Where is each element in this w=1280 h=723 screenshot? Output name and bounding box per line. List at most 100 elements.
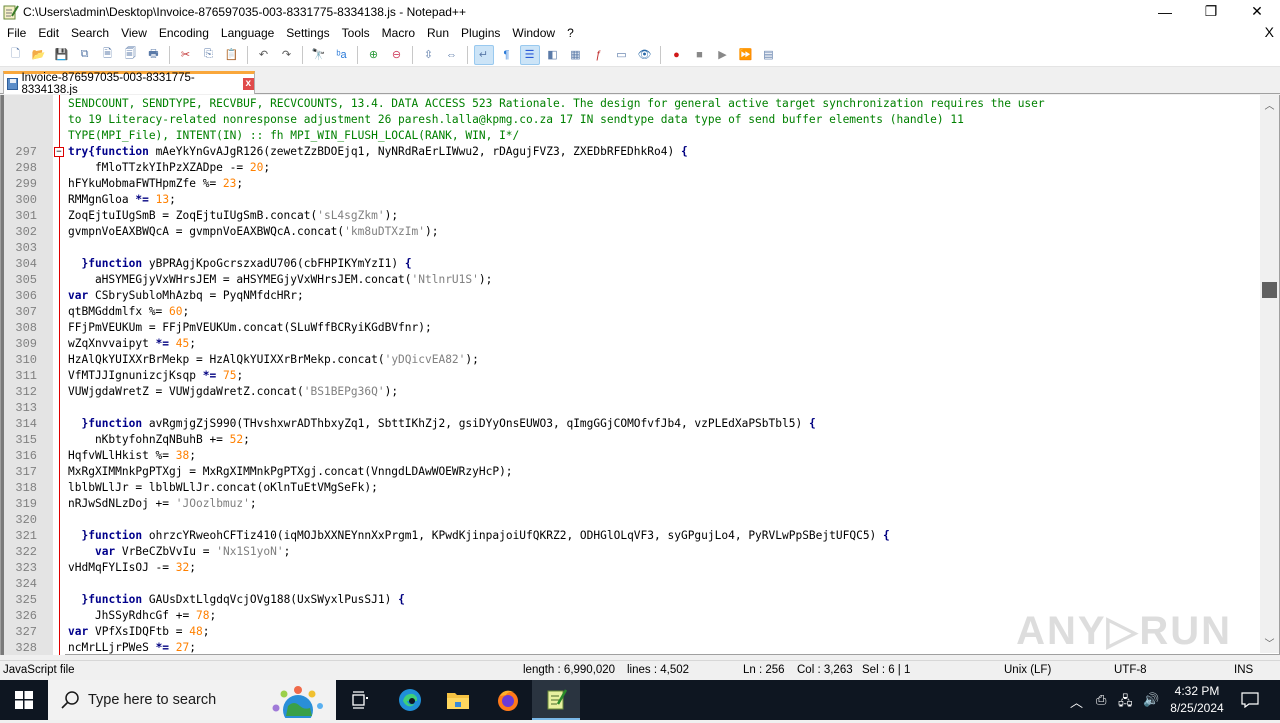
- tab-invoice-js[interactable]: Invoice-876597035-003-8331775-8334138.js…: [3, 71, 255, 96]
- show-all-chars-button[interactable]: ¶: [497, 45, 517, 65]
- code-area[interactable]: SENDCOUNT, SENDTYPE, RECVBUF, RECVCOUNTS…: [1, 96, 1259, 656]
- monitoring-button[interactable]: 👁: [635, 45, 655, 65]
- code-line[interactable]: 308 FFjPmVEUKUm = FFjPmVEUKUm.concat(SLuW…: [1, 320, 1259, 336]
- code-line[interactable]: 299 hFYkuMobmaFWTHpmZfe %= 23;: [1, 176, 1259, 192]
- save-macro-button[interactable]: ▤: [759, 45, 779, 65]
- find-button[interactable]: 🔭: [309, 45, 329, 65]
- function-list-button[interactable]: ƒ: [589, 45, 609, 65]
- clock[interactable]: 4:32 PM 8/25/2024: [1162, 683, 1232, 717]
- menu-macro[interactable]: Macro: [376, 26, 421, 40]
- menu-tools[interactable]: Tools: [336, 26, 376, 40]
- code-line[interactable]: 303: [1, 240, 1259, 256]
- code-line[interactable]: to 19 Literacy-related nonresponse adjus…: [1, 112, 1259, 128]
- menu-settings[interactable]: Settings: [280, 26, 335, 40]
- code-line[interactable]: 301 ZoqEjtuIUgSmB = ZoqEjtuIUgSmB.concat(…: [1, 208, 1259, 224]
- code-line[interactable]: 300 RMMgnGloa *= 13;: [1, 192, 1259, 208]
- open-file-button[interactable]: 📂: [29, 45, 49, 65]
- menu-file[interactable]: File: [0, 26, 32, 40]
- code-line[interactable]: 322 var VrBeCZbVvIu = 'Nx1S1yoN';: [1, 544, 1259, 560]
- code-line[interactable]: 323 vHdMqFYLIsOJ -= 32;: [1, 560, 1259, 576]
- indent-guide-button[interactable]: ☰: [519, 44, 540, 65]
- code-line[interactable]: 325 }function GAUsDxtLlgdqVcjOVg188(UxSW…: [1, 592, 1259, 608]
- code-line[interactable]: 320: [1, 512, 1259, 528]
- print-button[interactable]: 🖶: [144, 45, 164, 65]
- restore-button[interactable]: ❐: [1188, 0, 1234, 23]
- code-line[interactable]: 309 wZqXnvvaipyt *= 45;: [1, 336, 1259, 352]
- start-button[interactable]: [0, 680, 48, 720]
- record-macro-button[interactable]: ●: [667, 45, 687, 65]
- code-line[interactable]: TYPE(MPI_File), INTENT(IN) :: fh MPI_WIN…: [1, 128, 1259, 144]
- taskbar-edge[interactable]: [386, 680, 434, 720]
- save-all-button[interactable]: ⧉: [75, 45, 95, 65]
- code-line[interactable]: 313: [1, 400, 1259, 416]
- menu-help[interactable]: ?: [561, 26, 580, 40]
- word-wrap-button[interactable]: ↵: [473, 44, 494, 65]
- close-document-button[interactable]: X: [1265, 24, 1274, 40]
- close-button[interactable]: 🗎: [98, 45, 118, 65]
- close-all-button[interactable]: 🗐: [121, 45, 141, 65]
- code-line[interactable]: SENDCOUNT, SENDTYPE, RECVBUF, RECVCOUNTS…: [1, 96, 1259, 112]
- menu-plugins[interactable]: Plugins: [455, 26, 506, 40]
- camera-meet-icon[interactable]: ⎙: [1096, 692, 1106, 708]
- document-map-button[interactable]: ▦: [566, 45, 586, 65]
- minimize-button[interactable]: —: [1142, 0, 1188, 23]
- folder-workspace-button[interactable]: ▭: [612, 45, 632, 65]
- play-macro-button[interactable]: ▶: [713, 45, 733, 65]
- cut-button[interactable]: ✂: [176, 45, 196, 65]
- sync-horizontal-button[interactable]: ⇔: [442, 45, 462, 65]
- scroll-up-icon[interactable]: ︿: [1260, 97, 1279, 113]
- taskbar-search-box[interactable]: Type here to search: [48, 680, 336, 723]
- fold-collapse-icon[interactable]: −: [54, 147, 64, 157]
- code-line[interactable]: 317 MxRgXIMMnkPgPTXgj = MxRgXIMMnkPgPTXgj…: [1, 464, 1259, 480]
- vertical-scrollbar[interactable]: ︿ ﹀: [1260, 95, 1279, 653]
- code-line[interactable]: 311 VfMTJJIgnunizcjKsqp *= 75;: [1, 368, 1259, 384]
- code-line[interactable]: 304 }function yBPRAgjKpoGcrszxadU706(cbF…: [1, 256, 1259, 272]
- code-line[interactable]: 316 HqfvWLlHkist %= 38;: [1, 448, 1259, 464]
- menu-window[interactable]: Window: [506, 26, 561, 40]
- scrollbar-thumb[interactable]: [1262, 282, 1277, 298]
- code-line[interactable]: 315 nKbtyfohnZqNBuhB += 52;: [1, 432, 1259, 448]
- menu-language[interactable]: Language: [215, 26, 280, 40]
- taskbar-notepad-plus-plus[interactable]: [532, 680, 580, 720]
- replace-button[interactable]: ᵇa: [332, 45, 352, 65]
- close-window-button[interactable]: ✕: [1234, 0, 1280, 23]
- scroll-down-icon[interactable]: ﹀: [1260, 635, 1279, 651]
- task-view-button[interactable]: [336, 680, 384, 720]
- code-line[interactable]: 318 lblbWLlJr = lblbWLlJr.concat(oKlnTuEt…: [1, 480, 1259, 496]
- sync-vertical-button[interactable]: ⇳: [419, 45, 439, 65]
- code-line[interactable]: 307 qtBMGddmlfx %= 60;: [1, 304, 1259, 320]
- undo-button[interactable]: ↶: [254, 45, 274, 65]
- redo-button[interactable]: ↷: [277, 45, 297, 65]
- code-editor[interactable]: SENDCOUNT, SENDTYPE, RECVBUF, RECVCOUNTS…: [0, 95, 1280, 655]
- code-line[interactable]: 310 HzAlQkYUIXXrBrMekp = HzAlQkYUIXXrBrMe…: [1, 352, 1259, 368]
- code-line[interactable]: 319 nRJwSdNLzDoj += 'JOozlbmuz';: [1, 496, 1259, 512]
- copy-button[interactable]: ⎘: [199, 45, 219, 65]
- code-line[interactable]: 305 aHSYMEGjyVxWHrsJEM = aHSYMEGjyVxWHrs…: [1, 272, 1259, 288]
- menu-encoding[interactable]: Encoding: [153, 26, 215, 40]
- user-language-button[interactable]: ◧: [543, 45, 563, 65]
- code-line[interactable]: 302 gvmpnVoEAXBWQcA = gvmpnVoEAXBWQcA.con…: [1, 224, 1259, 240]
- network-icon[interactable]: 🖧: [1118, 692, 1133, 714]
- code-line[interactable]: 312 VUWjgdaWretZ = VUWjgdaWretZ.concat('B…: [1, 384, 1259, 400]
- zoom-out-button[interactable]: ⊖: [387, 45, 407, 65]
- taskbar-file-explorer[interactable]: [434, 680, 482, 720]
- menu-run[interactable]: Run: [421, 26, 455, 40]
- menu-search[interactable]: Search: [65, 26, 115, 40]
- menu-edit[interactable]: Edit: [32, 26, 65, 40]
- code-line[interactable]: 297 − try{function mAeYkYnGvAJgR126(zewetZ…: [1, 144, 1259, 160]
- stop-macro-button[interactable]: ■: [690, 45, 710, 65]
- run-macro-multiple-button[interactable]: ⏩: [736, 45, 756, 65]
- new-file-button[interactable]: 🗋: [6, 45, 26, 65]
- tab-close-button[interactable]: x: [242, 78, 255, 90]
- code-line[interactable]: 314 }function avRgmjgZjS990(THvshxwrADTh…: [1, 416, 1259, 432]
- volume-icon[interactable]: 🔊: [1143, 692, 1159, 708]
- show-hidden-icons-chevron-icon[interactable]: ︿: [1070, 692, 1083, 711]
- save-button[interactable]: 💾: [52, 45, 72, 65]
- taskbar-firefox[interactable]: [484, 680, 532, 720]
- paste-button[interactable]: 📋: [222, 45, 242, 65]
- notifications-icon[interactable]: [1241, 692, 1259, 711]
- code-line[interactable]: 321 }function ohrzcYRweohCFTiz410(iqMOJb…: [1, 528, 1259, 544]
- code-line[interactable]: 298 fMloTTzkYIhPzXZADpe -= 20;: [1, 160, 1259, 176]
- zoom-in-button[interactable]: ⊕: [364, 45, 384, 65]
- menu-view[interactable]: View: [115, 26, 153, 40]
